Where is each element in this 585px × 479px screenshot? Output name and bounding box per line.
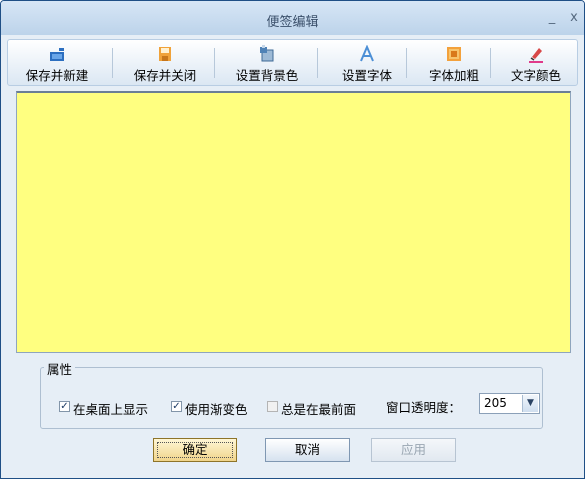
always-on-top-checkbox[interactable]: 总是在最前面 bbox=[267, 399, 369, 417]
note-text-area[interactable] bbox=[16, 91, 571, 353]
font-icon bbox=[360, 45, 374, 62]
toolbar: 保存并新建 保存并关闭 设置背景色 设置字体 字体加粗 文字颜色 bbox=[7, 39, 578, 86]
background-color-icon bbox=[260, 45, 274, 62]
checkbox-label: 在桌面上显示 bbox=[73, 402, 149, 417]
checkbox-unchecked-icon bbox=[267, 401, 278, 412]
toolbar-item-label: 设置背景色 bbox=[235, 68, 299, 83]
note-edit-window: 便签编辑 _ x 保存并新建 保存并关闭 设置背景色 设置字体 字体加粗 文字颜… bbox=[0, 0, 585, 479]
toolbar-item-label: 保存并关闭 bbox=[133, 68, 197, 83]
save-new-icon bbox=[50, 48, 64, 61]
apply-button[interactable]: 应用 bbox=[371, 438, 456, 462]
properties-group bbox=[40, 367, 543, 429]
minimize-button[interactable]: _ bbox=[544, 10, 560, 26]
toolbar-item-label: 字体加粗 bbox=[428, 68, 479, 83]
toolbar-separator bbox=[406, 48, 407, 78]
checkbox-label: 总是在最前面 bbox=[281, 402, 357, 417]
window-opacity-label: 窗口透明度： bbox=[386, 400, 462, 415]
title-bar[interactable]: 便签编辑 _ x bbox=[1, 1, 584, 35]
apply-button-label: 应用 bbox=[400, 442, 426, 457]
toolbar-item-label: 文字颜色 bbox=[510, 68, 561, 83]
save-and-new-button[interactable]: 保存并新建 bbox=[10, 40, 104, 85]
save-and-close-button[interactable]: 保存并关闭 bbox=[118, 40, 212, 85]
cancel-button[interactable]: 取消 bbox=[265, 438, 350, 462]
toolbar-separator bbox=[317, 48, 318, 78]
focus-rectangle bbox=[157, 442, 233, 458]
close-button[interactable]: x bbox=[566, 10, 582, 26]
toolbar-item-label: 保存并新建 bbox=[25, 68, 89, 83]
window-opacity-value: 205 bbox=[484, 396, 507, 410]
checkbox-label: 使用渐变色 bbox=[185, 402, 248, 417]
bold-font-button[interactable]: 字体加粗 bbox=[412, 40, 496, 85]
ok-button[interactable]: 确定 bbox=[153, 438, 237, 462]
set-background-color-button[interactable]: 设置背景色 bbox=[220, 40, 314, 85]
bold-icon bbox=[447, 47, 461, 61]
toolbar-item-label: 设置字体 bbox=[341, 68, 392, 83]
text-color-icon bbox=[529, 48, 543, 63]
window-opacity-select[interactable]: 205 ▼ bbox=[479, 393, 540, 414]
cancel-button-label: 取消 bbox=[294, 442, 320, 457]
checkbox-checked-icon: ✓ bbox=[59, 401, 70, 412]
save-close-icon bbox=[159, 47, 171, 61]
chevron-down-icon[interactable]: ▼ bbox=[522, 395, 538, 412]
window-title: 便签编辑 bbox=[266, 15, 319, 30]
text-color-button[interactable]: 文字颜色 bbox=[494, 40, 578, 85]
toolbar-separator bbox=[112, 48, 113, 78]
properties-group-title: 属性 bbox=[44, 359, 76, 378]
checkbox-checked-icon: ✓ bbox=[171, 401, 182, 412]
use-gradient-checkbox[interactable]: ✓ 使用渐变色 bbox=[171, 399, 259, 417]
show-on-desktop-checkbox[interactable]: ✓ 在桌面上显示 bbox=[59, 399, 161, 417]
toolbar-separator bbox=[214, 48, 215, 78]
toolbar-separator bbox=[490, 48, 491, 78]
set-font-button[interactable]: 设置字体 bbox=[322, 40, 412, 85]
